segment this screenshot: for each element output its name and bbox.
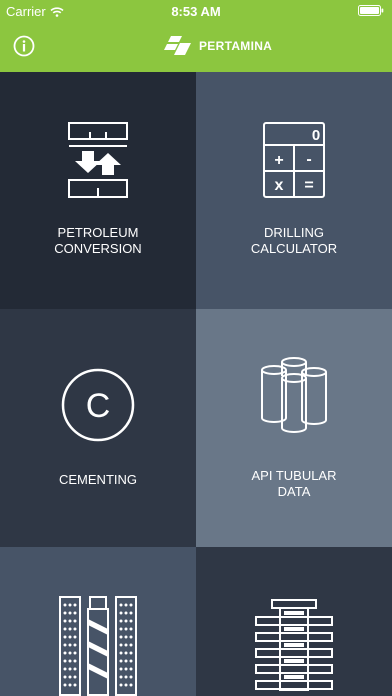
cementing-letter: C bbox=[86, 387, 111, 425]
pipe-tubes-icon bbox=[261, 357, 327, 433]
copyright-c-icon: C bbox=[61, 368, 135, 442]
tile-label-cementing: CEMENTING bbox=[59, 472, 137, 487]
tile-cementing[interactable]: C CEMENTING bbox=[0, 309, 196, 547]
tile-petroleum-conversion[interactable]: PETROLEUM CONVERSION bbox=[0, 72, 196, 309]
status-bar: Carrier 8:53 AM bbox=[0, 0, 392, 22]
brand-logo: PERTAMINA bbox=[163, 36, 272, 56]
conversion-arrows-icon bbox=[68, 122, 128, 198]
battery-icon bbox=[358, 5, 384, 16]
info-icon[interactable] bbox=[13, 35, 35, 57]
calc-key-equals: = bbox=[304, 177, 313, 194]
brand-name: PERTAMINA bbox=[199, 39, 273, 53]
calc-key-plus: + bbox=[274, 152, 283, 169]
tile-drilling-calculator[interactable]: 0 + - x = DRILLING CALCULATOR bbox=[196, 72, 392, 309]
tile-label-petroleum-conversion: PETROLEUM CONVERSION bbox=[54, 225, 142, 256]
tile-drill-bit[interactable] bbox=[0, 547, 196, 696]
status-time: 8:53 AM bbox=[171, 4, 221, 19]
drill-bit-icon bbox=[59, 596, 137, 696]
app-header: PERTAMINA bbox=[0, 22, 392, 72]
tile-api-tubular-data[interactable]: API TUBULAR DATA bbox=[196, 309, 392, 547]
calc-key-minus: - bbox=[306, 151, 311, 168]
calc-display: 0 bbox=[312, 127, 320, 144]
pertamina-logo-icon bbox=[164, 36, 191, 55]
calculator-icon: 0 + - x = bbox=[263, 122, 325, 198]
calc-key-multiply: x bbox=[275, 177, 284, 194]
tile-label-api-tubular-data: API TUBULAR DATA bbox=[251, 468, 337, 499]
drill-string-icon bbox=[255, 599, 333, 691]
tile-label-drilling-calculator: DRILLING CALCULATOR bbox=[250, 225, 338, 256]
tile-drill-string[interactable] bbox=[196, 547, 392, 696]
